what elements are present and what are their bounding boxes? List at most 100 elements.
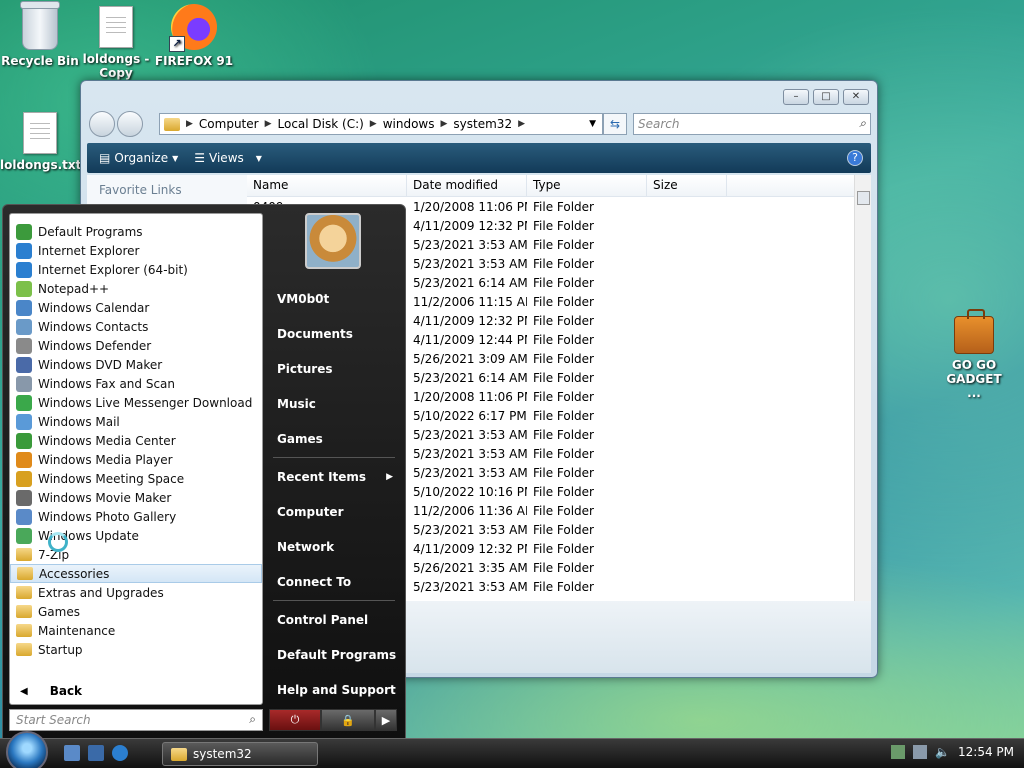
organize-button[interactable]: ▤ Organize ▼	[99, 151, 178, 165]
start-link[interactable]: VM0b0t	[269, 281, 399, 316]
program-item[interactable]: Default Programs	[10, 222, 262, 241]
forward-nav-button[interactable]	[117, 111, 143, 137]
help-icon[interactable]: ?	[847, 150, 863, 166]
recycle-bin-icon	[20, 1, 60, 50]
start-search-placeholder: Start Search	[16, 713, 91, 727]
column-header-date[interactable]: Date modified	[407, 175, 527, 196]
program-item[interactable]: Windows Movie Maker	[10, 488, 262, 507]
date-modified-cell: 1/20/2008 11:06 PM	[413, 389, 527, 404]
address-bar[interactable]: ▶ Computer ▶ Local Disk (C:) ▶ windows ▶…	[159, 113, 603, 135]
desktop-icon-firefox[interactable]: FIREFOX 91	[154, 4, 234, 68]
program-folder[interactable]: 7-Zip	[10, 545, 262, 564]
program-label: Windows Movie Maker	[38, 490, 172, 505]
desktop-icon-loldongs[interactable]: loldongs.txt	[0, 112, 81, 172]
start-button[interactable]	[6, 731, 48, 768]
program-item[interactable]: Windows DVD Maker	[10, 355, 262, 374]
program-item[interactable]: Windows Media Center	[10, 431, 262, 450]
close-button[interactable]: ✕	[843, 89, 869, 105]
type-cell: File Folder	[533, 541, 594, 556]
date-modified-cell: 5/23/2021 6:14 AM	[413, 370, 527, 385]
program-item[interactable]: Windows Media Player	[10, 450, 262, 469]
breadcrumb-item[interactable]: windows	[377, 117, 441, 131]
type-cell: File Folder	[533, 465, 594, 480]
power-button[interactable]: ⏻	[269, 709, 321, 731]
back-nav-button[interactable]	[89, 111, 115, 137]
date-modified-cell: 1/20/2008 11:06 PM	[413, 199, 527, 214]
speaker-tray-icon[interactable]: 🔈	[935, 745, 950, 759]
type-cell: File Folder	[533, 275, 594, 290]
desktop-icon-loldongs-copy[interactable]: loldongs - Copy (6).txt	[76, 6, 156, 80]
clock[interactable]: 12:54 PM	[958, 745, 1014, 759]
program-item[interactable]: Windows Mail	[10, 412, 262, 431]
program-item[interactable]: Internet Explorer	[10, 241, 262, 260]
program-folder[interactable]: Extras and Upgrades	[10, 583, 262, 602]
views-button[interactable]: ☰ Views ▼	[194, 151, 262, 165]
column-header-name[interactable]: Name	[247, 175, 407, 196]
explorer-search-input[interactable]: Search ⌕	[633, 113, 871, 135]
menu-separator	[273, 457, 395, 458]
back-button[interactable]: ◀ Back	[20, 684, 82, 698]
program-item[interactable]: Windows Calendar	[10, 298, 262, 317]
date-modified-cell: 5/23/2021 3:53 AM	[413, 237, 527, 252]
start-link[interactable]: Recent Items ▶	[269, 459, 399, 494]
type-cell: File Folder	[533, 503, 594, 518]
vertical-scrollbar[interactable]	[854, 175, 871, 601]
start-link[interactable]: Pictures	[269, 351, 399, 386]
breadcrumb-item[interactable]: system32	[447, 117, 518, 131]
start-link-label: Help and Support	[277, 682, 396, 697]
program-folder[interactable]: Maintenance	[10, 621, 262, 640]
search-icon[interactable]: ⌕	[859, 116, 866, 131]
internet-explorer-icon[interactable]	[112, 745, 128, 761]
start-search-input[interactable]: Start Search ⌕	[9, 709, 263, 731]
program-item[interactable]: Windows Defender	[10, 336, 262, 355]
program-folder[interactable]: Accessories	[10, 564, 262, 583]
start-link[interactable]: Help and Support	[269, 672, 399, 707]
start-link[interactable]: Music	[269, 386, 399, 421]
program-folder[interactable]: Startup	[10, 640, 262, 659]
start-link[interactable]: Documents	[269, 316, 399, 351]
organize-label: Organize	[114, 151, 169, 165]
maximize-button[interactable]: □	[813, 89, 839, 105]
volume-tray-icon[interactable]	[913, 745, 928, 759]
program-item[interactable]: Windows Fax and Scan	[10, 374, 262, 393]
network-tray-icon[interactable]	[891, 745, 906, 759]
program-label: Windows Calendar	[38, 300, 150, 315]
scrollbar-thumb[interactable]	[857, 191, 870, 205]
minimize-button[interactable]: –	[783, 89, 809, 105]
lock-button[interactable]: 🔒	[321, 709, 375, 731]
program-folder[interactable]: Games	[10, 602, 262, 621]
program-item[interactable]: Windows Photo Gallery	[10, 507, 262, 526]
program-item[interactable]: Windows Meeting Space	[10, 469, 262, 488]
program-item[interactable]: Windows Contacts	[10, 317, 262, 336]
user-avatar[interactable]	[305, 213, 361, 269]
folder-icon	[16, 624, 32, 637]
taskbar-item-system32[interactable]: system32	[162, 742, 318, 766]
program-label: Windows Defender	[38, 338, 152, 353]
column-header-type[interactable]: Type	[527, 175, 647, 196]
desktop-icon-recycle-bin[interactable]: Recycle Bin	[0, 1, 80, 68]
breadcrumb-item[interactable]: Computer	[193, 117, 265, 131]
search-icon[interactable]: ⌕	[249, 712, 256, 727]
start-link[interactable]: Connect To	[269, 564, 399, 599]
breadcrumb-item[interactable]: Local Disk (C:)	[272, 117, 370, 131]
system-tray: 🔈 12:54 PM	[891, 745, 1014, 759]
text-file-icon	[23, 112, 57, 154]
program-item[interactable]: Notepad++	[10, 279, 262, 298]
start-link[interactable]: Default Programs	[269, 637, 399, 672]
start-link[interactable]: Computer	[269, 494, 399, 529]
address-dropdown-icon[interactable]: ▼	[589, 119, 596, 129]
switch-windows-icon[interactable]	[88, 745, 104, 761]
folder-icon	[16, 586, 32, 599]
program-item[interactable]: Internet Explorer (64-bit)	[10, 260, 262, 279]
date-modified-cell: 5/26/2021 3:35 AM	[413, 560, 527, 575]
date-modified-cell: 5/23/2021 3:53 AM	[413, 465, 527, 480]
refresh-button[interactable]: ⇆	[603, 113, 627, 135]
start-link[interactable]: Games	[269, 421, 399, 456]
desktop-icon-gadget[interactable]: GO GO GADGET ...	[934, 309, 1014, 400]
start-link[interactable]: Control Panel	[269, 602, 399, 637]
column-header-size[interactable]: Size	[647, 175, 727, 196]
show-desktop-icon[interactable]	[64, 745, 80, 761]
program-item[interactable]: Windows Live Messenger Download	[10, 393, 262, 412]
power-options-arrow[interactable]: ▶	[375, 709, 397, 731]
start-link[interactable]: Network	[269, 529, 399, 564]
